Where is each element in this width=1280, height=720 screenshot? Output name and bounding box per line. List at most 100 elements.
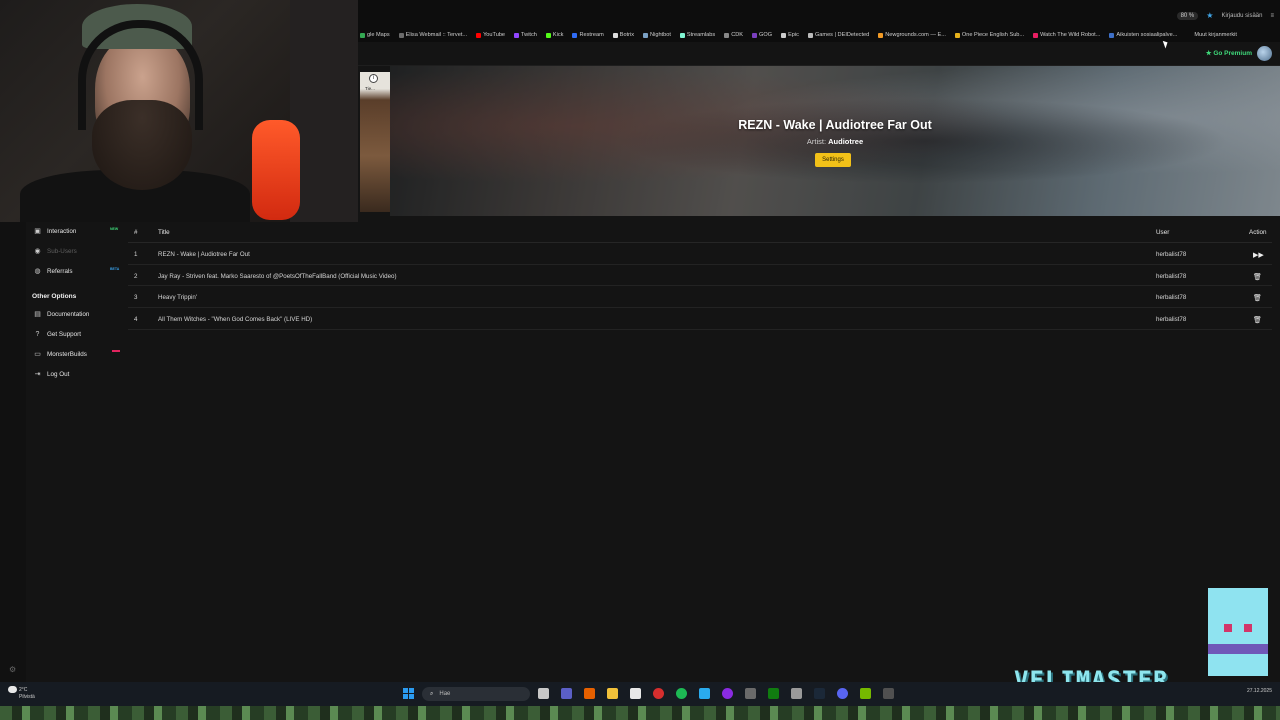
system-tray[interactable]: 27.12.2025	[1247, 688, 1272, 694]
bookmark-label: Restream	[579, 32, 604, 38]
bookmark-item[interactable]: Twitch	[514, 32, 537, 38]
signin-button[interactable]: Kirjaudu sisään	[1221, 13, 1262, 19]
bookmark-item[interactable]: Botrix	[612, 32, 634, 38]
bookmark-item[interactable]: gle Maps	[360, 32, 390, 38]
sidebar-item-interaction[interactable]: ▣ Interaction	[34, 228, 76, 235]
mini-thumbnail[interactable]: i Tie...	[360, 72, 390, 212]
row-number: 3	[134, 294, 138, 302]
telegram-icon[interactable]	[699, 688, 710, 699]
bookmark-item[interactable]: YouTube	[476, 32, 505, 38]
sidebar-item-get-support[interactable]: ? Get Support	[34, 331, 81, 338]
nvidia-icon[interactable]	[860, 688, 871, 699]
bookmark-favicon-icon	[545, 32, 551, 38]
queue-table: # Title User Action 1 REZN - Wake | Audi…	[128, 222, 1272, 330]
other-bookmarks-folder[interactable]: Muut kirjanmerkit	[1194, 32, 1237, 38]
sidebar-item-monsterbuilds[interactable]: ▭ MonsterBuilds	[34, 351, 87, 358]
trash-icon[interactable]: 🗑	[1253, 294, 1262, 302]
bookmark-item[interactable]: CDK	[724, 32, 743, 38]
store-icon[interactable]	[630, 688, 641, 699]
chrome-icon[interactable]	[653, 688, 664, 699]
bookmark-label: Epic	[788, 32, 799, 38]
help-icon: ?	[35, 331, 40, 338]
play-icon[interactable]: ▶▶	[1253, 251, 1264, 259]
trash-icon[interactable]: 🗑	[1253, 273, 1262, 281]
sidebar-item-referrals[interactable]: ◍ Referrals	[34, 268, 73, 275]
go-premium-button[interactable]: ★ Go Premium	[1206, 49, 1252, 57]
bookmark-favicon-icon	[643, 32, 649, 38]
row-number: 2	[134, 272, 138, 280]
bookmark-favicon-icon	[752, 32, 757, 38]
column-header-title: Title	[158, 229, 170, 236]
file-explorer-icon[interactable]	[607, 688, 618, 699]
bookmark-favicon-icon	[724, 32, 730, 38]
row-user: herbalist78	[1156, 251, 1187, 258]
table-row[interactable]: 3 Heavy Trippin' herbalist78 🗑	[128, 286, 1272, 309]
app-header: ★ Go Premium	[358, 42, 1280, 66]
now-playing-banner: REZN - Wake | Audiotree Far Out Artist: …	[390, 66, 1280, 216]
column-header-user: User	[1156, 229, 1170, 236]
windows-start-icon[interactable]	[403, 688, 414, 699]
bookmark-item[interactable]: GOG	[752, 32, 772, 38]
bookmark-favicon-icon	[572, 32, 578, 38]
xbox-icon[interactable]	[768, 688, 779, 699]
zoom-indicator[interactable]: 80 %	[1176, 11, 1199, 20]
bookmark-item[interactable]: Streamlabs	[679, 32, 716, 38]
star-icon[interactable]: ★	[1206, 11, 1213, 20]
avatar[interactable]	[1257, 46, 1272, 61]
cloud-icon	[8, 686, 17, 693]
bookmark-label: Twitch	[521, 32, 537, 38]
logout-icon: ⇥	[34, 371, 41, 378]
chat-icon: ▣	[34, 228, 41, 235]
webcam-headphones	[78, 20, 203, 130]
sidebar-item-label: Referrals	[47, 268, 73, 275]
spotify-icon[interactable]	[676, 688, 687, 699]
row-title: REZN - Wake | Audiotree Far Out	[158, 251, 250, 258]
bookmark-item[interactable]: Aikuisten sosiaalipalve...	[1109, 32, 1177, 38]
left-rail	[0, 222, 26, 682]
gear-icon[interactable]: ⚙	[9, 665, 16, 674]
artist-label: Artist:	[806, 137, 827, 146]
bookmark-label: Streamlabs	[686, 32, 716, 38]
teams-icon[interactable]	[561, 688, 572, 699]
settings-app-icon[interactable]	[791, 688, 802, 699]
bookmark-item[interactable]: Epic	[781, 32, 799, 38]
firefox-icon[interactable]	[584, 688, 595, 699]
bookmark-item[interactable]: One Piece English Sub...	[954, 32, 1024, 38]
bookmark-item[interactable]: Newgrounds.com — E...	[878, 32, 946, 38]
bookmark-item[interactable]: Elisa Webmail :: Tervet...	[398, 32, 467, 38]
table-row[interactable]: 1 REZN - Wake | Audiotree Far Out herbal…	[128, 243, 1272, 265]
bookmark-item[interactable]: Watch The Wild Robot...	[1033, 32, 1100, 38]
document-icon: ▤	[34, 311, 41, 318]
row-number: 1	[134, 251, 138, 258]
menu-icon[interactable]: ≡	[1270, 13, 1274, 19]
bookmark-item[interactable]: Restream	[572, 32, 604, 38]
table-row[interactable]: 2 Jay Ray - Striven feat. Marko Saaresto…	[128, 265, 1272, 287]
calculator-icon[interactable]	[745, 688, 756, 699]
pixel-mascot-icon	[1200, 588, 1276, 680]
table-row[interactable]: 4 All Them Witches - "When God Comes Bac…	[128, 308, 1272, 330]
bookmark-favicon-icon	[1109, 32, 1115, 38]
bookmark-label: Aikuisten sosiaalipalve...	[1116, 32, 1178, 38]
bookmark-item[interactable]: Kick	[545, 32, 563, 38]
sidebar-item-sub-users[interactable]: ◉ Sub-Users	[34, 248, 76, 255]
obs-icon[interactable]	[722, 688, 733, 699]
sidebar-item-documentation[interactable]: ▤ Documentation	[34, 311, 89, 318]
bookmark-favicon-icon	[878, 32, 884, 38]
bookmark-item[interactable]: Games | DEIDetected	[807, 32, 869, 38]
app-icon[interactable]	[883, 688, 894, 699]
info-icon[interactable]: i	[369, 74, 378, 83]
steam-icon[interactable]	[814, 688, 825, 699]
row-title: Heavy Trippin'	[158, 294, 198, 302]
bookmark-item[interactable]: Nightbot	[643, 32, 671, 38]
trash-icon[interactable]: 🗑	[1253, 316, 1262, 324]
taskbar-search[interactable]: ⌕ Hae	[422, 687, 530, 701]
task-view-icon[interactable]	[538, 688, 549, 699]
clock-date: 27.12.2025	[1246, 688, 1272, 694]
settings-button[interactable]: Settings	[815, 153, 851, 167]
sidebar-item-log-out[interactable]: ⇥ Log Out	[34, 371, 70, 378]
now-playing-content: REZN - Wake | Audiotree Far Out Artist: …	[390, 66, 1280, 216]
discord-icon[interactable]	[837, 688, 848, 699]
bookmark-label: gle Maps	[367, 32, 390, 38]
weather-widget[interactable]: 2°C Pilvistä	[8, 686, 35, 701]
row-number: 4	[134, 316, 138, 324]
